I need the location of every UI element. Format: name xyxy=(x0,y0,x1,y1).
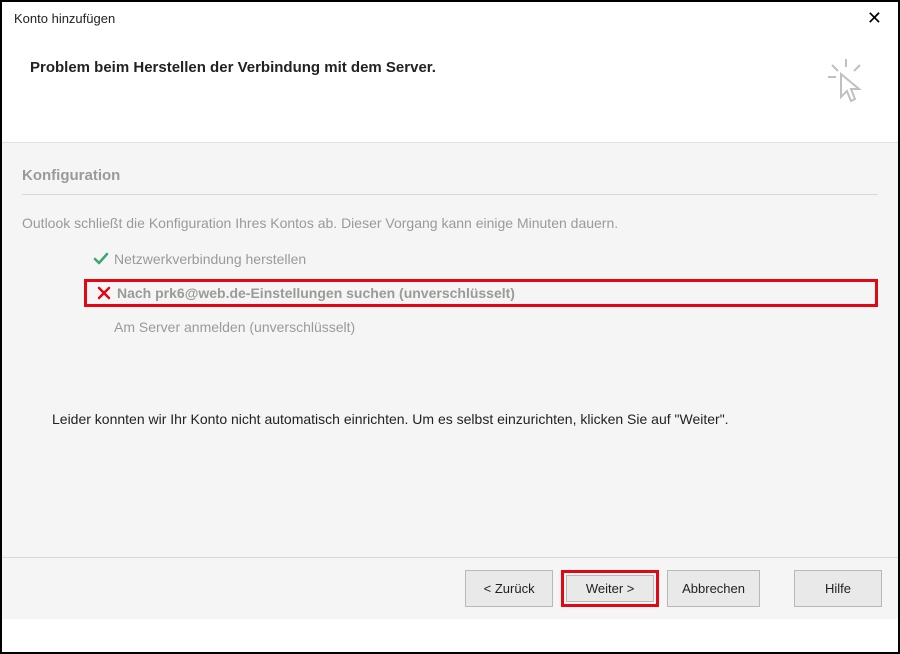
header-area: Problem beim Herstellen der Verbindung m… xyxy=(2,35,898,142)
button-bar: < Zurück Weiter > Abbrechen Hilfe xyxy=(2,557,898,619)
close-icon[interactable]: ✕ xyxy=(861,8,888,29)
section-title: Konfiguration xyxy=(22,167,878,184)
step-login: Am Server anmelden (unverschlüsselt) xyxy=(84,313,878,341)
check-icon xyxy=(88,250,114,268)
step-login-label: Am Server anmelden (unverschlüsselt) xyxy=(114,319,355,335)
config-intro: Outlook schließt die Konfiguration Ihres… xyxy=(22,215,878,231)
step-search-label: Nach prk6@web.de-Einstellungen suchen (u… xyxy=(117,285,515,301)
error-x-icon xyxy=(91,285,117,301)
summary-text: Leider konnten wir Ihr Konto nicht autom… xyxy=(52,411,878,427)
body-area: Konfiguration Outlook schließt die Konfi… xyxy=(2,142,898,619)
next-button-highlight: Weiter > xyxy=(561,570,659,607)
cancel-button[interactable]: Abbrechen xyxy=(667,570,760,607)
step-search-highlighted: Nach prk6@web.de-Einstellungen suchen (u… xyxy=(84,279,878,307)
step-network-label: Netzwerkverbindung herstellen xyxy=(114,251,306,267)
back-button[interactable]: < Zurück xyxy=(465,570,553,607)
titlebar: Konto hinzufügen ✕ xyxy=(2,2,898,35)
button-gap xyxy=(768,570,786,607)
section-divider xyxy=(22,194,878,195)
step-list: Netzwerkverbindung herstellen Nach prk6@… xyxy=(22,245,878,341)
cursor-click-icon xyxy=(826,59,866,108)
step-network: Netzwerkverbindung herstellen xyxy=(84,245,878,273)
window-title: Konto hinzufügen xyxy=(14,11,115,26)
header-message: Problem beim Herstellen der Verbindung m… xyxy=(30,59,436,76)
next-button[interactable]: Weiter > xyxy=(566,575,654,602)
help-button[interactable]: Hilfe xyxy=(794,570,882,607)
